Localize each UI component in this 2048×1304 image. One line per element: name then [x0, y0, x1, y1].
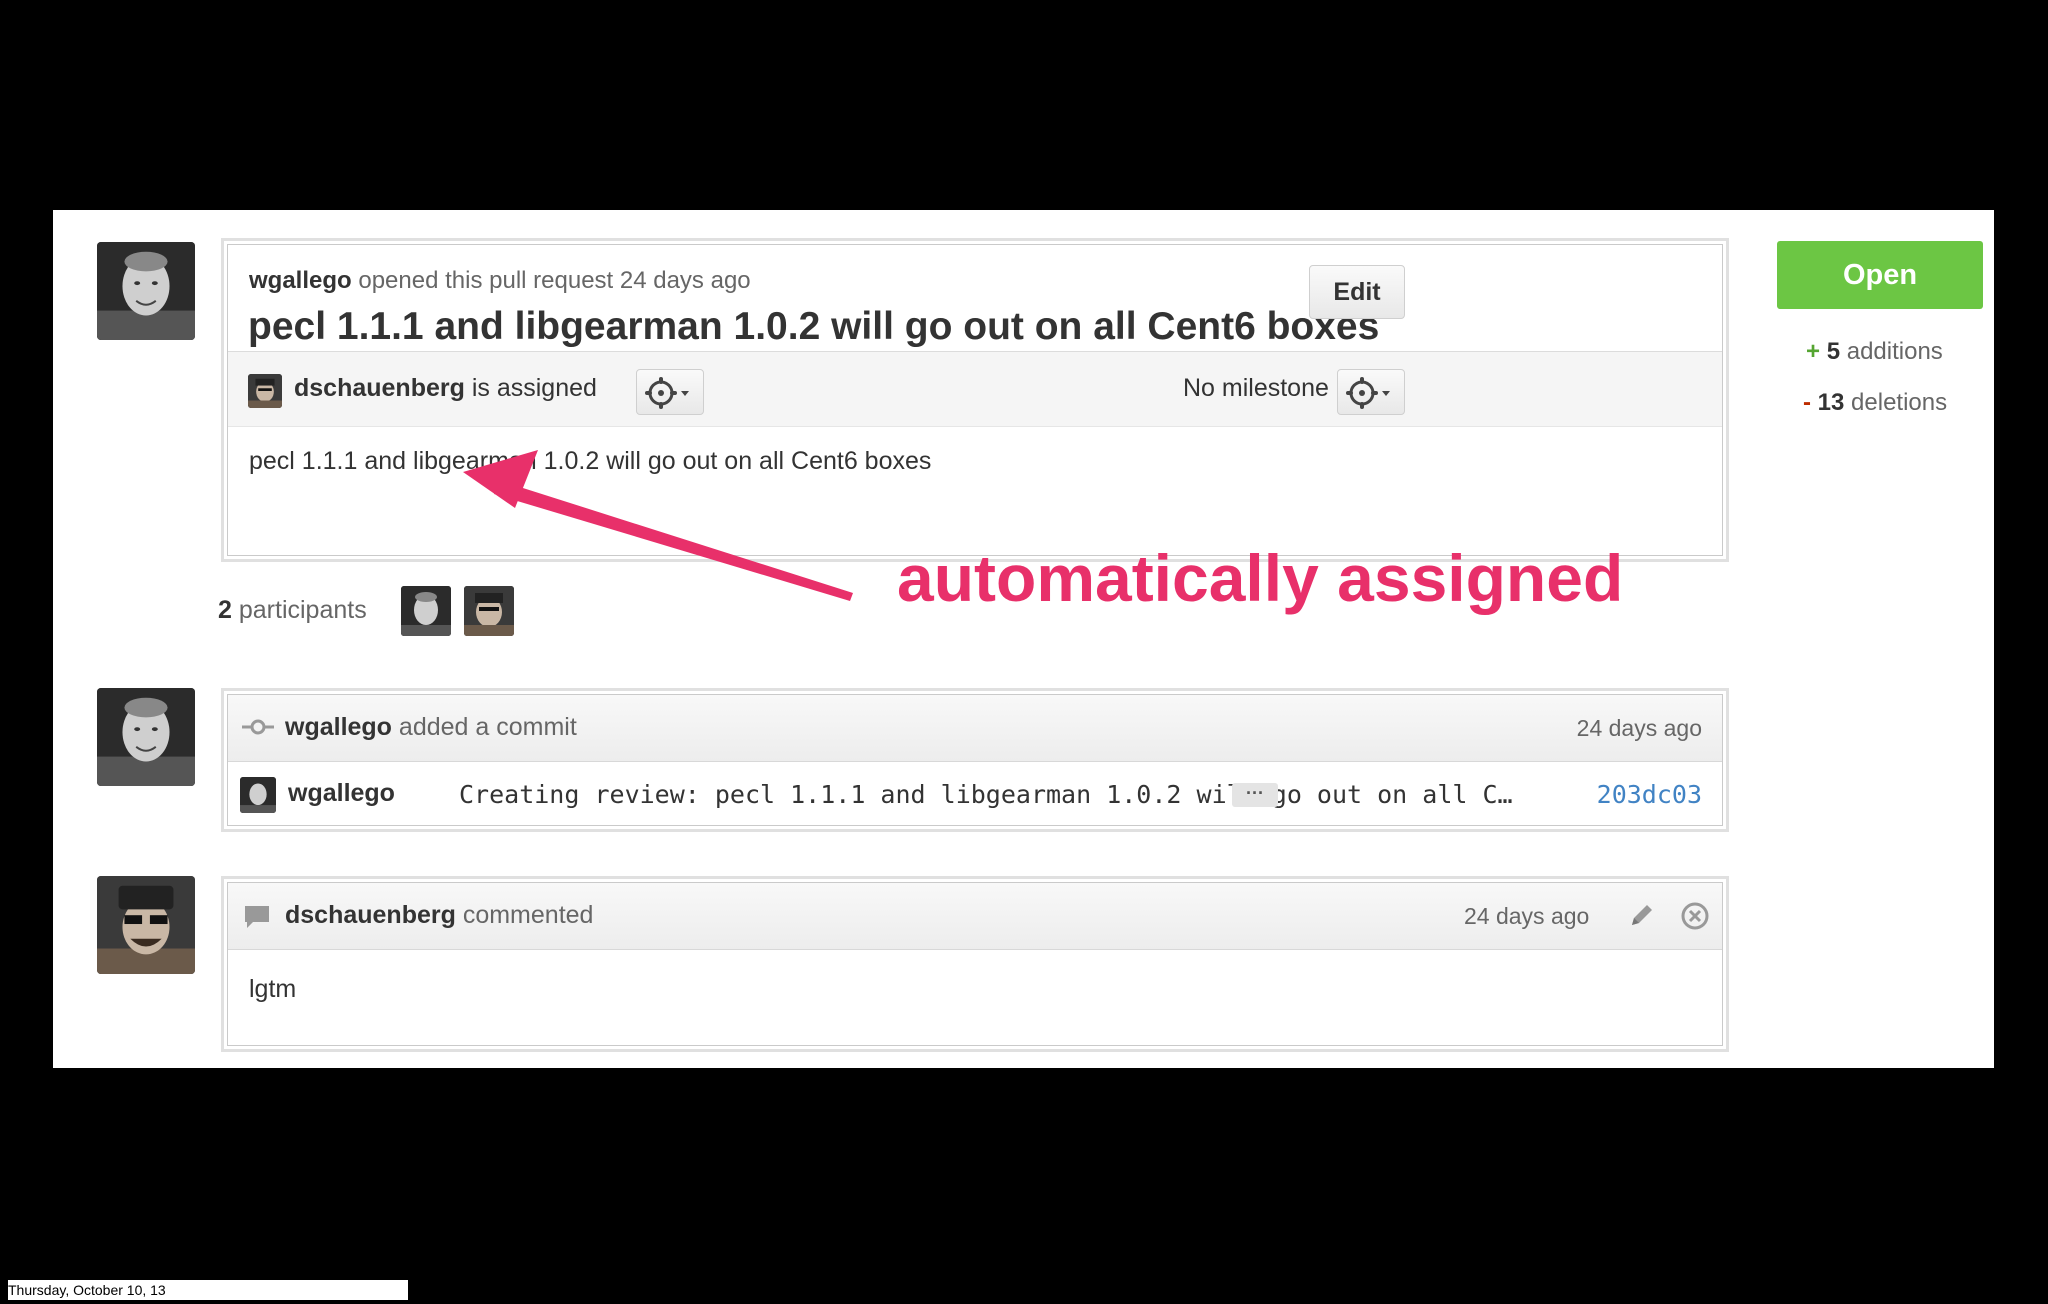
annotation-label: automatically assigned — [897, 541, 1624, 615]
annotation-arrow — [463, 450, 853, 601]
footer-date: Thursday, October 10, 13 — [8, 1280, 408, 1300]
slide: wgallego opened this pull request 24 day… — [53, 210, 1994, 1068]
